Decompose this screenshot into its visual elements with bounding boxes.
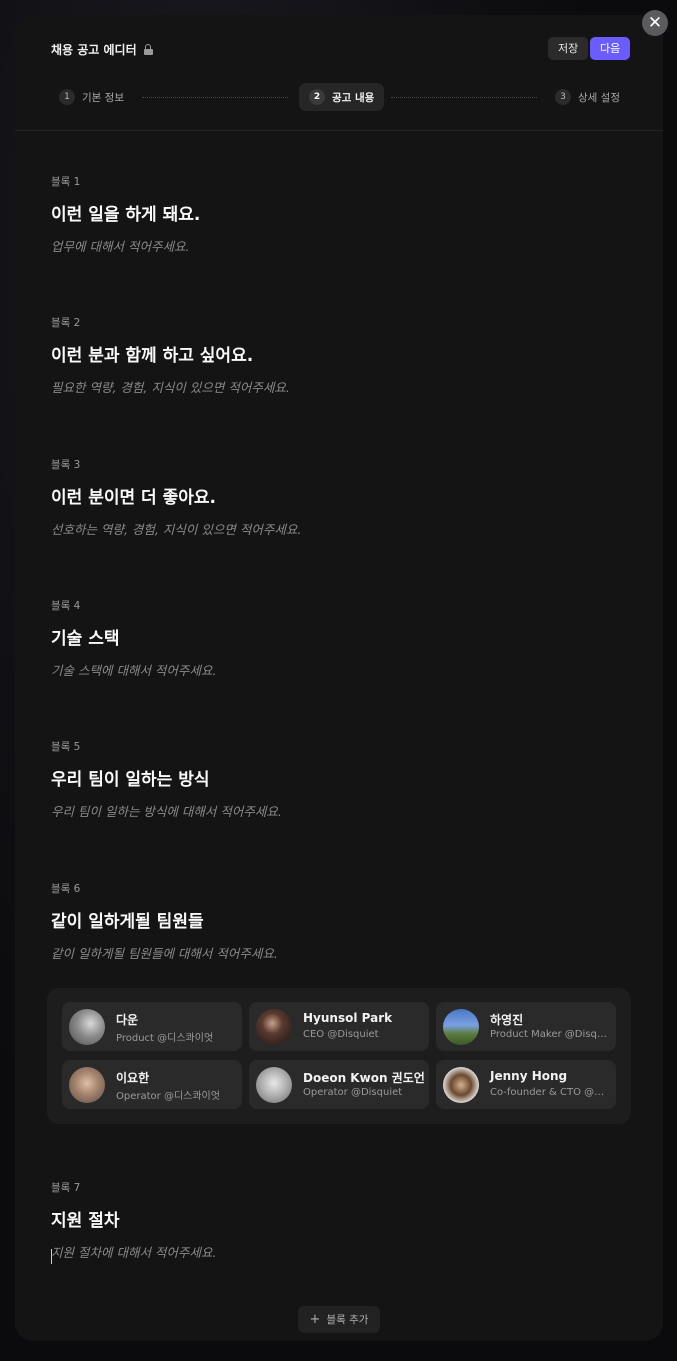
block-label: 블록 4 [51,600,81,612]
block-placeholder[interactable]: 기술 스택에 대해서 적어주세요. [51,660,216,679]
member-role: Operator @Disquiet [303,1087,403,1098]
member-name: Doeon Kwon 권도언 [303,1071,425,1085]
member-name: 이요한 [116,1071,150,1085]
content-block-1[interactable]: 블록 1 이런 일을 하게 돼요. 업무에 대해서 적어주세요. [51,174,200,254]
next-button[interactable]: 다음 [590,37,631,60]
step-posting-content[interactable]: 2 공고 내용 [299,83,385,111]
step-number: 3 [555,89,571,105]
block-heading[interactable]: 이런 일을 하게 돼요. [51,200,200,225]
block-heading[interactable]: 이런 분과 함께 하고 싶어요. [51,341,253,366]
team-member-card[interactable]: 이요한 Operator @디스콰이엇 [62,1060,242,1109]
step-divider [142,97,288,98]
team-member-card[interactable]: 다운 Product @디스콰이엇 [62,1002,242,1051]
step-divider [391,97,537,98]
member-name: 다운 [116,1013,139,1027]
step-basic-info[interactable]: 1 기본 정보 [59,83,124,111]
block-heading[interactable]: 우리 팀이 일하는 방식 [51,765,210,790]
step-detail-settings[interactable]: 3 상세 설정 [555,83,620,111]
member-role: Product @디스콰이엇 [116,1033,214,1044]
text-cursor [51,1249,52,1264]
block-heading[interactable]: 이런 분이면 더 좋아요. [51,483,216,508]
content-block-6[interactable]: 블록 6 같이 일하게될 팀원들 같이 일하게될 팀원들에 대해서 적어주세요. [51,881,278,961]
member-name: Jenny Hong [490,1069,568,1083]
avatar [256,1009,292,1045]
team-member-card[interactable]: Jenny Hong Co-founder & CTO @Disquiet [436,1060,616,1109]
editor-title: 채용 공고 에디터 [51,41,153,58]
content-block-3[interactable]: 블록 3 이런 분이면 더 좋아요. 선호하는 역량, 경험, 지식이 있으면 … [51,457,301,537]
avatar [443,1067,479,1103]
step-label: 기본 정보 [82,91,124,104]
content-block-2[interactable]: 블록 2 이런 분과 함께 하고 싶어요. 필요한 역량, 경험, 지식이 있으… [51,315,290,395]
team-member-card[interactable]: Hyunsol Park CEO @Disquiet [249,1002,429,1051]
close-icon[interactable]: ✕ [642,10,668,36]
content-block-4[interactable]: 블록 4 기술 스택 기술 스택에 대해서 적어주세요. [51,598,216,678]
member-role: CEO @Disquiet [303,1029,379,1040]
avatar [69,1009,105,1045]
editor-title-text: 채용 공고 에디터 [51,43,137,57]
avatar [256,1067,292,1103]
save-button[interactable]: 저장 [548,37,589,60]
block-label: 블록 3 [51,459,81,471]
content-block-5[interactable]: 블록 5 우리 팀이 일하는 방식 우리 팀이 일하는 방식에 대해서 적어주세… [51,739,282,819]
step-label: 상세 설정 [578,91,620,104]
block-label: 블록 2 [51,317,81,329]
team-members-panel: 다운 Product @디스콰이엇 Hyunsol Park CEO @Disq… [47,988,631,1124]
block-heading[interactable]: 지원 절차 [51,1206,119,1231]
avatar [443,1009,479,1045]
avatar [69,1067,105,1103]
block-placeholder[interactable]: 업무에 대해서 적어주세요. [51,236,189,255]
plus-icon: + [309,1312,321,1327]
member-name: 하영진 [490,1013,524,1027]
job-posting-editor-modal: 채용 공고 에디터 저장 다음 1 기본 정보 2 공고 내용 3 상세 설정 … [15,15,663,1341]
member-role: Operator @디스콰이엇 [116,1091,220,1102]
block-label: 블록 1 [51,176,81,188]
member-role: Co-founder & CTO @Disquiet [490,1087,610,1098]
member-role: Product Maker @Disquiet [490,1029,610,1040]
block-placeholder[interactable]: 같이 일하게될 팀원들에 대해서 적어주세요. [51,943,278,962]
content-block-7[interactable]: 블록 7 지원 절차 지원 절차에 대해서 적어주세요. [51,1180,216,1260]
team-member-card[interactable]: Doeon Kwon 권도언 Operator @Disquiet [249,1060,429,1109]
block-placeholder[interactable]: 우리 팀이 일하는 방식에 대해서 적어주세요. [51,801,282,820]
block-heading[interactable]: 기술 스택 [51,624,119,649]
step-number: 1 [59,89,75,105]
block-label: 블록 7 [51,1182,81,1194]
editor-header: 채용 공고 에디터 저장 다음 1 기본 정보 2 공고 내용 3 상세 설정 [15,15,663,131]
lock-icon [143,44,153,55]
step-number: 2 [309,89,325,105]
add-block-label: 블록 추가 [326,1314,369,1326]
add-block-button[interactable]: + 블록 추가 [298,1306,380,1333]
team-member-card[interactable]: 하영진 Product Maker @Disquiet [436,1002,616,1051]
block-label: 블록 5 [51,741,81,753]
member-name: Hyunsol Park [303,1011,393,1025]
step-label: 공고 내용 [332,91,375,104]
block-placeholder[interactable]: 필요한 역량, 경험, 지식이 있으면 적어주세요. [51,377,290,396]
block-heading[interactable]: 같이 일하게될 팀원들 [51,907,204,932]
block-placeholder[interactable]: 지원 절차에 대해서 적어주세요. [51,1242,216,1261]
block-label: 블록 6 [51,883,81,895]
block-placeholder[interactable]: 선호하는 역량, 경험, 지식이 있으면 적어주세요. [51,519,301,538]
